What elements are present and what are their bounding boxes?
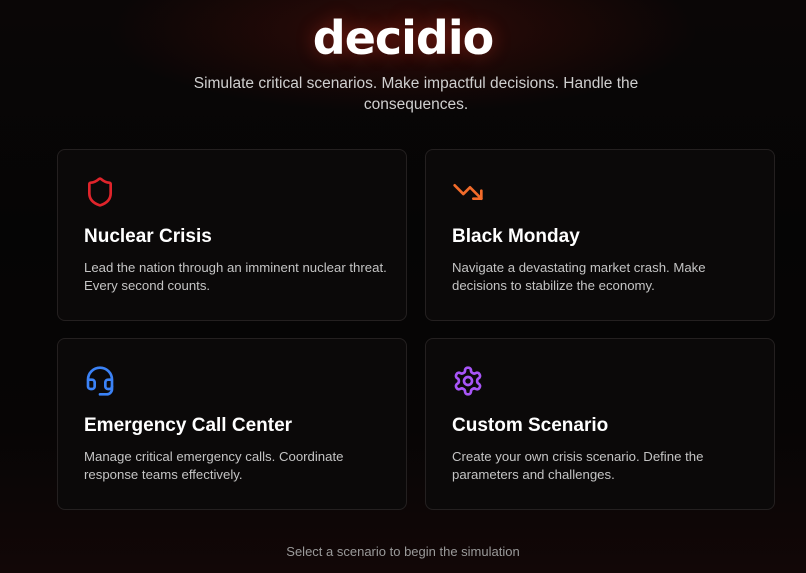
scenario-card-custom-scenario[interactable]: Custom Scenario Create your own crisis s… [425,338,775,510]
scenario-card-emergency-call-center[interactable]: Emergency Call Center Manage critical em… [57,338,407,510]
scenario-description: Manage critical emergency calls. Coordin… [84,449,344,482]
scenario-description: Navigate a devastating market crash. Mak… [452,260,706,293]
headset-icon [84,365,116,397]
scenario-card-black-monday[interactable]: Black Monday Navigate a devastating mark… [425,149,775,321]
tagline: Simulate critical scenarios. Make impact… [193,75,639,113]
scenario-description: Lead the nation through an imminent nucl… [84,260,387,293]
app-logo: decidio [312,11,494,65]
scenario-title: Emergency Call Center [84,415,293,436]
scenario-title: Nuclear Crisis [84,226,212,247]
scenario-title: Custom Scenario [452,415,609,436]
scenario-description: Create your own crisis scenario. Define … [452,449,704,482]
gear-icon [452,365,484,397]
scenario-title: Black Monday [452,226,580,247]
shield-icon [84,176,116,208]
footer-hint: Select a scenario to begin the simulatio… [286,544,520,559]
trending-down-icon [452,176,484,208]
scenario-card-nuclear-crisis[interactable]: Nuclear Crisis Lead the nation through a… [57,149,407,321]
scenario-grid: Nuclear Crisis Lead the nation through a… [57,149,775,510]
